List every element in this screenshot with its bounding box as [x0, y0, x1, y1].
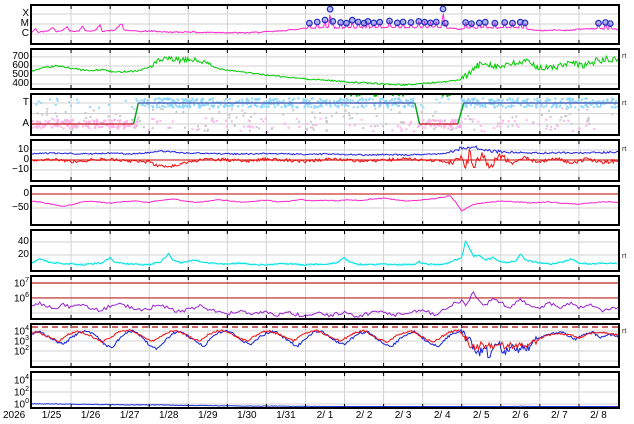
y-tick-label-solar-wind-speed: 400 [0, 79, 29, 89]
date-label: 2/ 2 [347, 410, 381, 422]
y-tick-label-electron-flux: 102 [0, 346, 29, 357]
panel-imf-bt-bz [30, 139, 620, 182]
panel-solar-wind-speed [30, 48, 620, 90]
solar-wind-speed-canvas [32, 50, 618, 88]
imf-sector-canvas [32, 95, 618, 134]
rt-source-label: rt [622, 328, 626, 335]
year-label: 2026 [3, 410, 35, 422]
dst-index-canvas [32, 187, 618, 224]
xray-flux-canvas [32, 6, 618, 43]
rt-source-label: rt [622, 100, 626, 107]
date-label: 2/ 8 [581, 410, 615, 422]
panel-electron-flux [30, 323, 620, 368]
date-label: 1/30 [230, 410, 264, 422]
date-label: 1/25 [35, 410, 69, 422]
electron-flux-canvas [32, 325, 618, 366]
date-label: 2/ 7 [542, 410, 576, 422]
date-label: 1/31 [269, 410, 303, 422]
y-tick-label-high-energy-flux: 106 [0, 293, 29, 304]
y-tick-label-imf-sector: T [0, 98, 29, 108]
date-label: 1/28 [152, 410, 186, 422]
date-label: 2/ 6 [503, 410, 537, 422]
panel-xray-flux [30, 4, 620, 45]
rt-source-label: rt [622, 253, 626, 260]
solar-wind-density-canvas [32, 231, 618, 270]
y-tick-label-proton-flux: 102 [0, 387, 29, 398]
y-tick-label-high-energy-flux: 107 [0, 278, 29, 289]
panel-solar-wind-density [30, 229, 620, 272]
date-label: 2/ 5 [464, 410, 498, 422]
y-tick-label-imf-bt-bz: −10 [0, 165, 29, 175]
panel-proton-flux [30, 371, 620, 409]
solar-terrestrial-activity-plot: XMC700600500400TA100−100−504020107106104… [0, 0, 634, 424]
date-label: 1/26 [74, 410, 108, 422]
date-label: 2/ 1 [308, 410, 342, 422]
date-label: 2/ 3 [386, 410, 420, 422]
y-tick-label-solar-wind-density: 40 [0, 237, 29, 247]
y-tick-label-imf-sector: A [0, 119, 29, 129]
high-energy-flux-canvas [32, 277, 618, 318]
imf-bt-bz-canvas [32, 141, 618, 180]
rt-source-label: rt [622, 146, 626, 153]
date-label: 1/27 [113, 410, 147, 422]
y-tick-label-xray-flux: C [0, 29, 29, 39]
y-tick-label-solar-wind-density: 20 [0, 250, 29, 260]
y-tick-label-dst-index: 0 [0, 189, 29, 199]
y-tick-label-proton-flux: 100 [0, 399, 29, 410]
panel-dst-index [30, 185, 620, 226]
proton-flux-canvas [32, 373, 618, 407]
panel-imf-sector [30, 93, 620, 136]
rt-source-label: rt [622, 53, 626, 60]
panel-high-energy-flux [30, 275, 620, 320]
y-tick-label-proton-flux: 104 [0, 375, 29, 386]
date-label: 1/29 [191, 410, 225, 422]
y-tick-label-dst-index: −50 [0, 203, 29, 213]
date-label: 2/ 4 [425, 410, 459, 422]
